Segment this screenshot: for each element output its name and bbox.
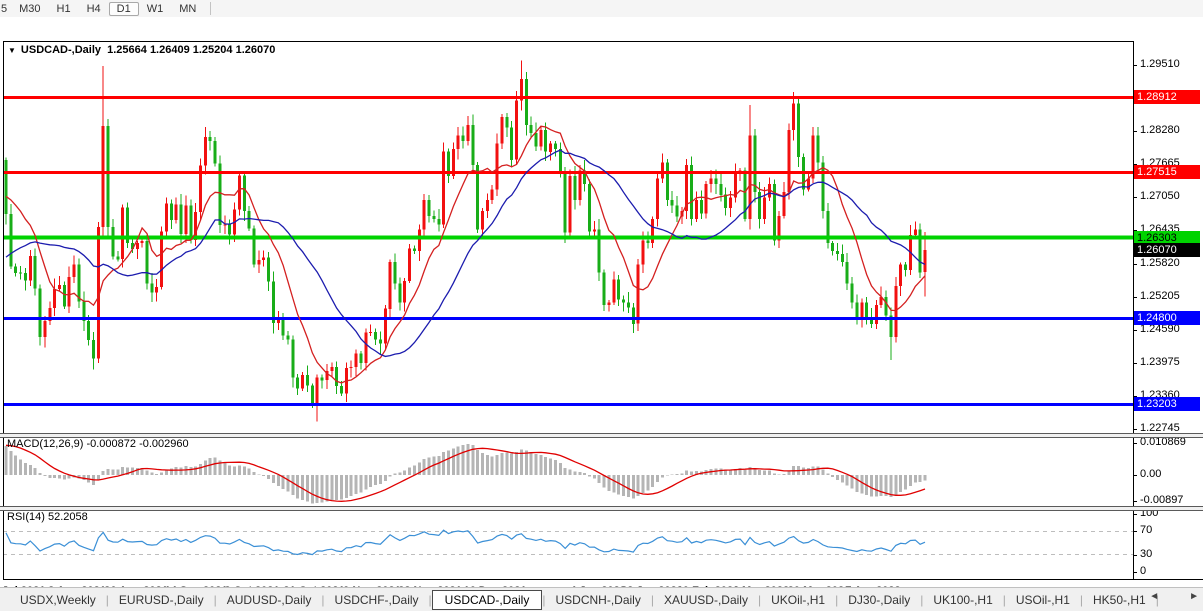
tab-xauusd-daily[interactable]: XAUUSD-,Daily [654, 591, 758, 609]
price-tick-dash [1133, 65, 1137, 66]
tabs-scroll-left-button[interactable]: ◄ [1149, 591, 1159, 602]
rsi-label: RSI(14) 52.2058 [7, 511, 88, 523]
tab-eurusd-daily[interactable]: EURUSD-,Daily [109, 591, 214, 609]
timeframe-button-m30[interactable]: M30 [11, 2, 48, 16]
rsi-tick-dash [1133, 572, 1137, 573]
chart-symbol-title: USDCAD-,Daily [21, 44, 101, 56]
pane-top-border [3, 41, 1133, 42]
tabs-scroll-right-button[interactable]: ► [1189, 591, 1199, 602]
macd-axis-label: 0.00 [1140, 468, 1161, 480]
price-tick-label: 1.28280 [1140, 124, 1180, 136]
timeframe-button-d1[interactable]: D1 [109, 2, 139, 16]
chart-window[interactable]: ▼ USDCAD-,Daily 1.25664 1.26409 1.25204 1… [0, 17, 1203, 587]
pane-left-border [3, 41, 4, 580]
tab-hk50-h1[interactable]: HK50-,H1 [1083, 591, 1156, 609]
price-badge: 1.27515 [1134, 165, 1200, 179]
rsi-axis-label: 30 [1140, 548, 1152, 560]
price-tick-label: 1.25820 [1140, 257, 1180, 269]
timeframe-button-mn[interactable]: MN [171, 2, 204, 16]
price-tick-dash [1133, 264, 1137, 265]
tab-dj30-daily[interactable]: DJ30-,Daily [838, 591, 920, 609]
price-tick-label: 1.27050 [1140, 190, 1180, 202]
macd-label: MACD(12,26,9) -0.000872 -0.002960 [7, 438, 189, 450]
macd-tick-dash [1133, 501, 1137, 502]
chart-ohlc-values: 1.25664 1.26409 1.25204 1.26070 [107, 44, 275, 56]
tab-usdx-weekly[interactable]: USDX,Weekly [10, 591, 106, 609]
rsi-axis-label: 0 [1140, 565, 1146, 577]
price-tick-label: 1.29510 [1140, 58, 1180, 70]
trading-platform-screen: 5M30H1H4D1W1MN ▼ USDCAD-,Daily 1.25664 1.… [0, 0, 1203, 611]
symbol-tab-bar: USDX,Weekly|EURUSD-,Daily|AUDUSD-,Daily|… [0, 587, 1203, 611]
macd-rsi-divider[interactable] [0, 506, 1203, 511]
ma-fast-line [6, 126, 925, 383]
candles-layer [5, 60, 927, 421]
tab-scroll-arrows: ◄ ► [1149, 591, 1199, 602]
price-tick-label: 1.23975 [1140, 356, 1180, 368]
macd-signal-line [6, 445, 925, 501]
price-tick-dash [1133, 297, 1137, 298]
tab-ukoil-h1[interactable]: UKOil-,H1 [761, 591, 835, 609]
price-tick-dash [1133, 363, 1137, 364]
price-chart-pane[interactable] [3, 41, 1133, 433]
macd-histogram [5, 444, 927, 504]
rsi-line [6, 530, 925, 554]
price-tick-dash [1133, 131, 1137, 132]
chart-dropdown-icon[interactable]: ▼ [8, 46, 16, 55]
rsi-tick-dash [1133, 531, 1137, 532]
macd-tick-dash [1133, 475, 1137, 476]
macd-tick-dash [1133, 443, 1137, 444]
price-badge: 1.23203 [1134, 397, 1200, 411]
price-tick-dash [1133, 330, 1137, 331]
rsi-tick-dash [1133, 514, 1137, 515]
rsi-bottom-border [3, 579, 1203, 580]
chart-title-bar: ▼ USDCAD-,Daily 1.25664 1.26409 1.25204 1… [8, 44, 275, 56]
price-tick-dash [1133, 429, 1137, 430]
toolbar-separator [210, 2, 211, 15]
timeframe-button-w1[interactable]: W1 [139, 2, 172, 16]
price-badge: 1.24800 [1134, 311, 1200, 325]
rsi-pane[interactable] [3, 510, 1133, 580]
tab-uk100-h1[interactable]: UK100-,H1 [923, 591, 1002, 609]
ma-slow-line [6, 150, 925, 356]
tab-usdchf-daily[interactable]: USDCHF-,Daily [325, 591, 429, 609]
timeframe-button-h1[interactable]: H1 [49, 2, 79, 16]
tab-audusd-daily[interactable]: AUDUSD-,Daily [217, 591, 322, 609]
timeframe-button-h4[interactable]: H4 [79, 2, 109, 16]
price-tick-label: 1.25205 [1140, 290, 1180, 302]
price-badge: 1.26070 [1134, 243, 1200, 257]
tab-usoil-h1[interactable]: USOil-,H1 [1006, 591, 1080, 609]
rsi-tick-dash [1133, 555, 1137, 556]
price-badge: 1.28912 [1134, 90, 1200, 104]
rsi-axis-label: 70 [1140, 524, 1152, 536]
price-tick-dash [1133, 197, 1137, 198]
timeframe-button-5[interactable]: 5 [0, 2, 11, 16]
macd-axis-label: -0.00897 [1140, 494, 1183, 506]
tab-usdcnh-daily[interactable]: USDCNH-,Daily [545, 591, 650, 609]
tab-usdcad-daily[interactable]: USDCAD-,Daily [432, 590, 543, 610]
level-lines-layer [3, 96, 1133, 406]
